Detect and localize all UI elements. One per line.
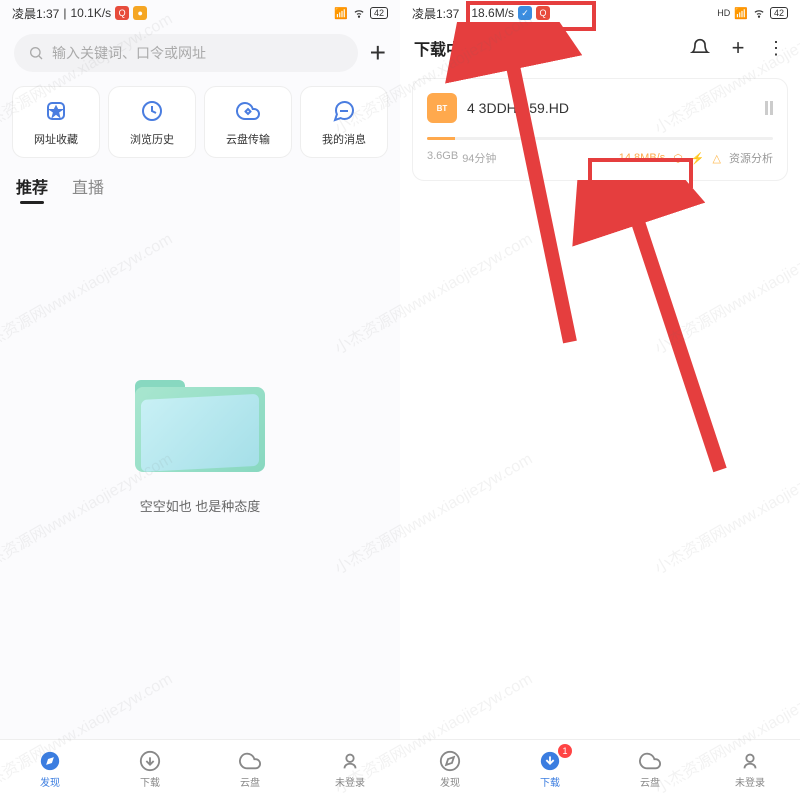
right-screenshot: 凌晨1:37 18.6M/s ✓ Q HD 📶 42 下载中1 已完成 + ⋮ <box>400 0 800 799</box>
cloud-icon <box>239 750 261 772</box>
speed-toggle-icon[interactable]: ⚡ <box>691 152 705 165</box>
more-icon[interactable]: ⋮ <box>766 38 786 58</box>
nav-discover[interactable]: 发现 <box>400 740 500 799</box>
quick-card-cloud[interactable]: 云盘传输 <box>204 86 292 158</box>
pause-button[interactable] <box>765 101 773 115</box>
signal-icon: HD <box>717 8 730 18</box>
signal-icon: 📶 <box>734 7 748 20</box>
nav-label: 云盘 <box>240 774 260 789</box>
add-button[interactable]: + <box>370 37 386 69</box>
nav-cloud[interactable]: 云盘 <box>600 740 700 799</box>
quick-card-history[interactable]: 浏览历史 <box>108 86 196 158</box>
quick-card-bookmarks[interactable]: 网址收藏 <box>12 86 100 158</box>
wifi-icon <box>752 5 766 22</box>
status-time: 凌晨1:37 <box>412 5 459 22</box>
download-icon <box>139 750 161 772</box>
status-bar: 凌晨1:37 18.6M/s ✓ Q HD 📶 42 <box>400 0 800 26</box>
download-item[interactable]: BT 4 3DDH-159.HD 3.6GB 94分钟 14.8MB/s ⬡ ⚡… <box>412 78 788 181</box>
nav-download[interactable]: 1 下载 <box>500 740 600 799</box>
bottom-nav: 发现 下载 云盘 未登录 <box>0 739 400 799</box>
qq-icon: Q <box>115 6 129 20</box>
status-net-speed: 10.1K/s <box>70 6 111 20</box>
empty-state: 空空如也 也是种态度 <box>0 208 400 799</box>
warn-icon: △ <box>713 152 721 165</box>
folder-icon <box>135 372 265 472</box>
app-icon: ✓ <box>518 6 532 20</box>
nav-label: 下载 <box>140 774 160 789</box>
left-screenshot: 凌晨1:37 | 10.1K/s Q ● 📶 42 输入关键词、口令或网址 + … <box>0 0 400 799</box>
status-bar: 凌晨1:37 | 10.1K/s Q ● 📶 42 <box>0 0 400 26</box>
cloud-transfer-icon <box>234 97 262 125</box>
status-time: 凌晨1:37 <box>12 5 59 22</box>
nav-cloud[interactable]: 云盘 <box>200 740 300 799</box>
nav-profile[interactable]: 未登录 <box>300 740 400 799</box>
badge-count: 1 <box>558 744 572 758</box>
empty-text: 空空如也 也是种态度 <box>140 496 261 515</box>
nav-label: 未登录 <box>335 774 365 789</box>
nav-label: 云盘 <box>640 774 660 789</box>
quick-label: 网址收藏 <box>34 131 78 147</box>
search-input[interactable]: 输入关键词、口令或网址 <box>14 34 358 72</box>
app-icon: ● <box>133 6 147 20</box>
notify-icon[interactable] <box>690 38 710 58</box>
download-size: 3.6GB <box>427 150 458 166</box>
nav-profile[interactable]: 未登录 <box>700 740 800 799</box>
search-placeholder: 输入关键词、口令或网址 <box>52 43 206 63</box>
wifi-icon <box>352 5 366 22</box>
quick-label: 浏览历史 <box>130 131 174 147</box>
signal-icon: 📶 <box>334 7 348 20</box>
download-speed: 14.8MB/s <box>619 152 665 164</box>
quick-label: 我的消息 <box>322 131 366 147</box>
progress-bar <box>427 137 773 140</box>
add-button[interactable]: + <box>728 38 748 58</box>
download-filename: 4 3DDH-159.HD <box>467 100 755 116</box>
message-icon <box>330 97 358 125</box>
bottom-nav: 发现 1 下载 云盘 未登录 <box>400 739 800 799</box>
star-icon <box>42 97 70 125</box>
nav-label: 下载 <box>540 774 560 789</box>
quick-card-messages[interactable]: 我的消息 <box>300 86 388 158</box>
user-icon <box>739 750 761 772</box>
nav-download[interactable]: 下载 <box>100 740 200 799</box>
download-eta: 94分钟 <box>462 150 496 166</box>
download-count: 1 <box>464 43 470 54</box>
analyze-link[interactable]: 资源分析 <box>729 150 773 166</box>
tab-live[interactable]: 直播 <box>72 174 104 198</box>
nav-label: 未登录 <box>735 774 765 789</box>
clock-icon <box>138 97 166 125</box>
cloud-icon <box>639 750 661 772</box>
tab-recommend[interactable]: 推荐 <box>16 174 48 198</box>
status-net-speed: 18.6M/s <box>471 6 514 20</box>
battery-indicator: 42 <box>370 7 388 19</box>
nav-label: 发现 <box>440 774 460 789</box>
compass-icon <box>439 750 461 772</box>
quick-label: 云盘传输 <box>226 131 270 147</box>
battery-indicator: 42 <box>770 7 788 19</box>
tab-completed[interactable]: 已完成 <box>490 36 538 60</box>
nav-discover[interactable]: 发现 <box>0 740 100 799</box>
compass-icon <box>39 750 61 772</box>
boost-icon[interactable]: ⬡ <box>673 152 683 165</box>
user-icon <box>339 750 361 772</box>
qq-icon: Q <box>536 6 550 20</box>
tab-downloading[interactable]: 下载中1 <box>414 36 470 60</box>
search-icon <box>28 45 44 61</box>
nav-label: 发现 <box>40 774 60 789</box>
bt-icon: BT <box>427 93 457 123</box>
